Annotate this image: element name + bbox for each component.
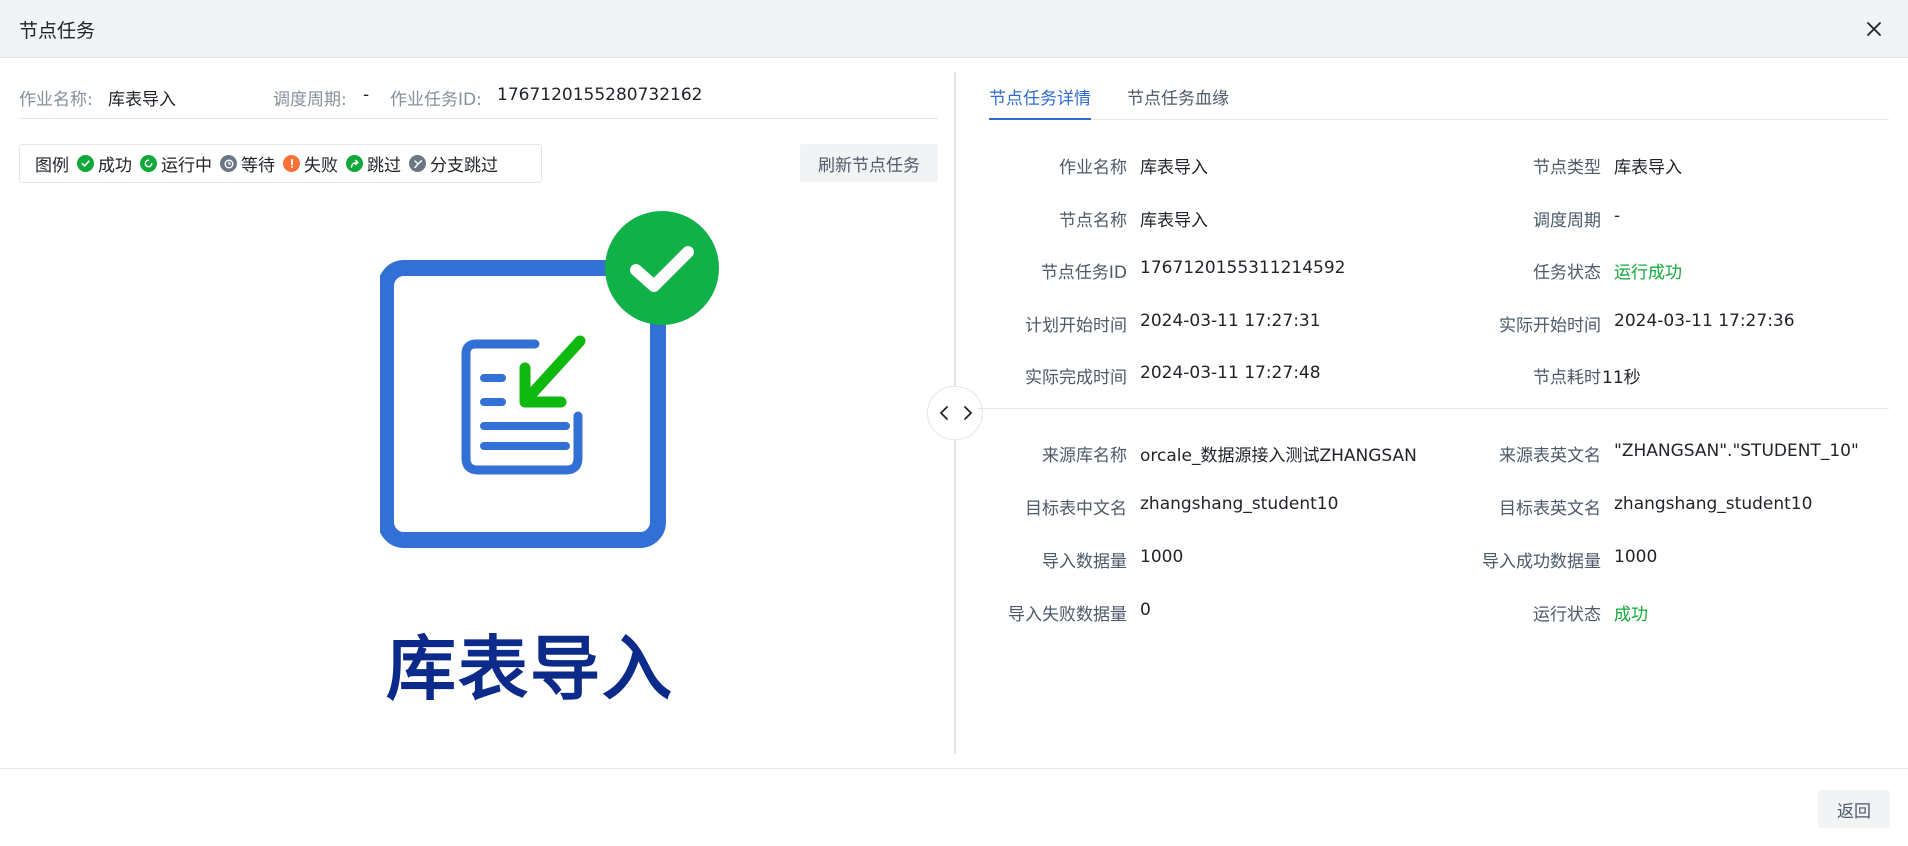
branch-skip-icon bbox=[409, 155, 426, 172]
legend-item-branch-skipped: 分支跳过 bbox=[409, 151, 498, 176]
tab-node-task-details[interactable]: 节点任务详情 bbox=[989, 84, 1091, 120]
detail-value: orcale_数据源接入测试ZHANGSAN bbox=[1140, 446, 1417, 466]
node-task-dialog: 节点任务 作业名称: 库表导入 调度周期: - 作业任务ID: 17671201… bbox=[0, 0, 1908, 846]
detail-value: zhangshang_student10 bbox=[1140, 494, 1339, 514]
detail-label: 节点名称 bbox=[1059, 211, 1127, 231]
detail-value: 2024-03-11 17:27:31 bbox=[1140, 311, 1321, 331]
detail-label: 实际完成时间 bbox=[1025, 368, 1127, 388]
exclamation-circle-icon bbox=[283, 155, 300, 172]
job-task-id-value: 1767120155280732162 bbox=[497, 85, 703, 105]
detail-label: 实际开始时间 bbox=[1499, 316, 1601, 336]
detail-label: 导入失败数据量 bbox=[1008, 605, 1127, 625]
detail-value: 2024-03-11 17:27:48 bbox=[1140, 363, 1321, 383]
refresh-node-task-button[interactable]: 刷新节点任务 bbox=[800, 144, 938, 182]
job-info-bar: 作业名称: 库表导入 调度周期: - 作业任务ID: 1767120155280… bbox=[19, 85, 938, 119]
detail-row: 目标表中文名 zhangshang_student10 目标表英文名 zhang… bbox=[956, 494, 1908, 522]
detail-value: 1767120155311214592 bbox=[1140, 258, 1346, 278]
check-circle-icon bbox=[77, 155, 94, 172]
job-name-value: 库表导入 bbox=[108, 90, 176, 110]
detail-label: 目标表中文名 bbox=[1025, 499, 1127, 519]
detail-label: 节点任务ID bbox=[1040, 263, 1127, 283]
running-circle-icon bbox=[140, 155, 157, 172]
success-status-badge bbox=[605, 211, 719, 325]
clock-circle-icon bbox=[220, 155, 237, 172]
detail-label: 计划开始时间 bbox=[1025, 316, 1127, 336]
dialog-footer: 返回 bbox=[0, 768, 1908, 846]
detail-label: 来源库名称 bbox=[1042, 446, 1127, 466]
legend-item-waiting: 等待 bbox=[220, 151, 275, 176]
job-name-label: 作业名称: bbox=[19, 90, 93, 110]
detail-label: 导入数据量 bbox=[1042, 552, 1127, 572]
detail-row: 节点名称 库表导入 调度周期 - bbox=[956, 206, 1908, 234]
legend-item-success: 成功 bbox=[77, 151, 132, 176]
close-button[interactable] bbox=[1862, 17, 1886, 41]
detail-label: 运行状态 bbox=[1533, 605, 1601, 625]
node-task-detail-panel: 节点任务详情 节点任务血缘 作业名称 库表导入 节点类型 库表导入 节点名称 库… bbox=[956, 58, 1908, 768]
detail-label: 目标表英文名 bbox=[1499, 499, 1601, 519]
schedule-cycle-label: 调度周期: bbox=[273, 90, 347, 110]
detail-label: 导入成功数据量 bbox=[1482, 552, 1601, 572]
task-status-value: 运行成功 bbox=[1614, 263, 1682, 283]
collapse-left-button[interactable] bbox=[932, 399, 956, 427]
detail-label: 任务状态 bbox=[1533, 263, 1601, 283]
detail-label: 作业名称 bbox=[1059, 158, 1127, 178]
detail-label: 节点耗时 bbox=[1533, 368, 1601, 388]
status-legend: 图例 成功 运行中 等待 失败 跳过 分支跳过 bbox=[19, 144, 542, 183]
detail-label: 调度周期 bbox=[1533, 211, 1601, 231]
detail-label: 来源表英文名 bbox=[1499, 446, 1601, 466]
legend-label: 成功 bbox=[98, 156, 132, 176]
detail-value: 1000 bbox=[1140, 547, 1184, 567]
detail-value: 1000 bbox=[1614, 547, 1658, 567]
detail-value: 0 bbox=[1140, 600, 1151, 620]
detail-row: 导入数据量 1000 导入成功数据量 1000 bbox=[956, 547, 1908, 575]
legend-label: 等待 bbox=[241, 156, 275, 176]
legend-label: 分支跳过 bbox=[430, 156, 498, 176]
detail-row: 计划开始时间 2024-03-11 17:27:31 实际开始时间 2024-0… bbox=[956, 311, 1908, 339]
node-label: 库表导入 bbox=[386, 628, 674, 710]
detail-row: 导入失败数据量 0 运行状态 成功 bbox=[956, 600, 1908, 628]
detail-row: 来源库名称 orcale_数据源接入测试ZHANGSAN 来源表英文名 "ZHA… bbox=[956, 441, 1908, 469]
legend-item-skipped: 跳过 bbox=[346, 151, 401, 176]
detail-value: 库表导入 bbox=[1140, 158, 1208, 178]
detail-value: 11秒 bbox=[1602, 368, 1641, 388]
detail-row: 节点任务ID 1767120155311214592 任务状态 运行成功 bbox=[956, 258, 1908, 286]
detail-value: - bbox=[1614, 206, 1621, 226]
detail-value: zhangshang_student10 bbox=[1614, 494, 1813, 514]
chevron-left-icon bbox=[939, 406, 948, 420]
legend-item-running: 运行中 bbox=[140, 151, 212, 176]
detail-tabs: 节点任务详情 节点任务血缘 bbox=[989, 84, 1889, 120]
detail-value: 库表导入 bbox=[1614, 158, 1682, 178]
dialog-title: 节点任务 bbox=[19, 20, 96, 42]
node-card[interactable]: 库表导入 bbox=[380, 208, 740, 710]
node-graph-panel: 作业名称: 库表导入 调度周期: - 作业任务ID: 1767120155280… bbox=[0, 58, 955, 768]
detail-label: 节点类型 bbox=[1533, 158, 1601, 178]
detail-value: 2024-03-11 17:27:36 bbox=[1614, 311, 1795, 331]
detail-value: 库表导入 bbox=[1140, 211, 1208, 231]
dialog-header: 节点任务 bbox=[0, 0, 1908, 58]
section-divider bbox=[978, 408, 1889, 409]
legend-label: 跳过 bbox=[367, 156, 401, 176]
legend-label: 失败 bbox=[304, 156, 338, 176]
detail-value: "ZHANGSAN"."STUDENT_10" bbox=[1614, 441, 1859, 461]
close-icon bbox=[1867, 22, 1881, 36]
legend-item-failed: 失败 bbox=[283, 151, 338, 176]
legend-title: 图例 bbox=[35, 156, 69, 176]
job-task-id-label: 作业任务ID: bbox=[390, 90, 482, 110]
run-status-value: 成功 bbox=[1614, 605, 1648, 625]
skip-arrow-icon bbox=[346, 155, 363, 172]
detail-row: 作业名称 库表导入 节点类型 库表导入 bbox=[956, 153, 1908, 181]
schedule-cycle-value: - bbox=[363, 85, 370, 105]
back-button[interactable]: 返回 bbox=[1818, 790, 1890, 828]
detail-row: 实际完成时间 2024-03-11 17:27:48 节点耗时 11秒 bbox=[956, 363, 1908, 391]
legend-label: 运行中 bbox=[161, 156, 212, 176]
tab-node-task-lineage[interactable]: 节点任务血缘 bbox=[1127, 84, 1229, 120]
